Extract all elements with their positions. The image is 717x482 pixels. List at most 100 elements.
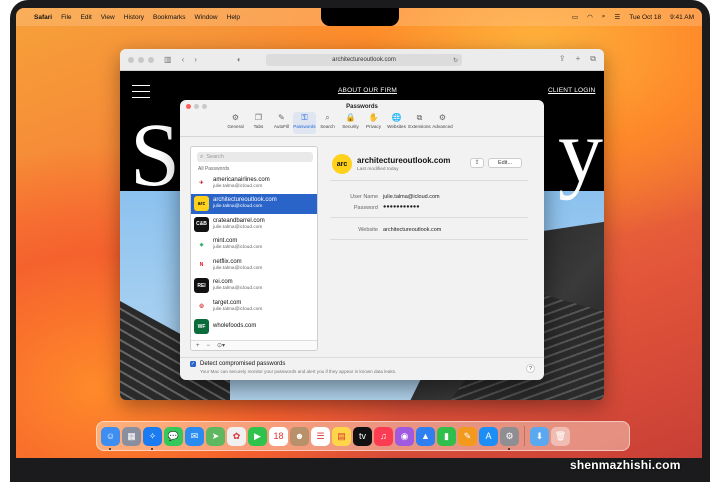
site-logo: arc <box>194 196 209 212</box>
edit-button[interactable]: Edit... <box>488 158 522 168</box>
podcasts-icon[interactable]: ◉ <box>395 426 414 446</box>
tab-websites[interactable]: 🌐 Websites <box>385 112 408 134</box>
menu-history[interactable]: History <box>124 14 144 21</box>
share-icon[interactable]: ⇪ <box>559 54 566 64</box>
list-item[interactable]: ✈ americanairlines.com julie.talma@icloud.… <box>191 173 317 194</box>
menu-file[interactable]: File <box>61 14 71 21</box>
facetime-icon[interactable]: ▶ <box>248 426 267 446</box>
pages-icon[interactable]: ✎ <box>458 426 477 446</box>
username-value[interactable]: julie.talma@icloud.com <box>383 194 440 200</box>
reload-icon[interactable]: ↻ <box>453 57 458 64</box>
sidebar-toggle-icon[interactable]: ▥ <box>164 55 172 64</box>
list-item[interactable]: ◆ mint.com julie.talma@icloud.com <box>191 235 317 256</box>
search-input[interactable]: ⌕ Search <box>197 152 313 162</box>
detect-compromised-option[interactable]: ✓ Detect compromised passwords <box>190 361 285 367</box>
menu-app-name[interactable]: Safari <box>34 14 52 21</box>
contacts-icon[interactable]: ☻ <box>290 426 309 446</box>
tab-advanced[interactable]: ⚙ Advanced <box>431 112 454 134</box>
reminders-icon[interactable]: ☰ <box>311 426 330 446</box>
menu-date[interactable]: Tue Oct 18 <box>629 14 661 21</box>
downloads-folder-icon[interactable]: ⬇ <box>530 426 549 446</box>
keynote-icon[interactable]: ▲ <box>416 426 435 446</box>
notes-icon[interactable]: ▤ <box>332 426 351 446</box>
list-item[interactable]: WF wholefoods.com <box>191 317 317 338</box>
password-list-pane: ⌕ Search All Passwords ✈ americanairlines… <box>190 146 318 351</box>
help-button[interactable]: ? <box>526 364 535 373</box>
wifi-icon[interactable]: ◠ <box>587 13 593 21</box>
privacy-shield-icon[interactable]: ◐ <box>237 55 242 64</box>
site-logo: ✈ <box>194 175 209 191</box>
nav-client-login-link[interactable]: CLIENT LOGIN <box>548 87 595 94</box>
add-button[interactable]: + <box>196 343 200 349</box>
hand-icon: ✋ <box>368 113 379 122</box>
tab-tabs[interactable]: ❐ Tabs <box>247 112 270 134</box>
music-icon[interactable]: ♫ <box>374 426 393 446</box>
key-icon: ⚿ <box>301 113 308 122</box>
address-url: architectureoutlook.com <box>332 57 396 63</box>
tab-label: AutoFill <box>273 124 290 129</box>
tab-overview-icon[interactable]: ⧉ <box>590 54 596 64</box>
gear-icon: ⚙ <box>231 113 240 122</box>
detail-subtitle: Last modified today <box>357 167 399 172</box>
maps-icon[interactable]: ➤ <box>206 426 225 446</box>
system-settings-icon[interactable]: ⚙ <box>500 426 519 450</box>
apple-tv-icon[interactable]: tv <box>353 426 372 446</box>
new-tab-icon[interactable]: + <box>576 54 581 64</box>
puzzle-icon: ⧉ <box>416 113 423 122</box>
launchpad-icon[interactable]: ▦ <box>122 426 141 446</box>
menu-time[interactable]: 9:41 AM <box>670 14 694 21</box>
remove-button[interactable]: − <box>207 343 211 349</box>
tab-general[interactable]: ⚙ General <box>224 112 247 134</box>
numbers-icon[interactable]: ▮ <box>437 426 456 446</box>
list-item[interactable]: REI rei.com julie.talma@icloud.com <box>191 276 317 297</box>
tab-search[interactable]: ⌕ Search <box>316 112 339 134</box>
mail-icon[interactable]: ✉ <box>185 426 204 446</box>
minimize-button[interactable] <box>138 56 144 63</box>
tab-privacy[interactable]: ✋ Privacy <box>362 112 385 134</box>
tab-autofill[interactable]: ✎ AutoFill <box>270 112 293 134</box>
battery-icon[interactable]: ▭ <box>572 13 578 21</box>
search-icon[interactable]: ⌕ <box>602 13 606 21</box>
list-item-site: target.com <box>213 299 242 306</box>
running-indicator <box>508 447 510 450</box>
address-bar[interactable]: architectureoutlook.com ↻ <box>266 54 462 66</box>
username-label: User Name <box>350 194 378 200</box>
tab-passwords[interactable]: ⚿ Passwords <box>293 112 316 134</box>
calendar-icon[interactable]: 18 <box>269 426 288 446</box>
control-center-icon[interactable]: ☰ <box>614 13 620 21</box>
magnifier-icon: ⌕ <box>325 113 330 122</box>
checkbox[interactable]: ✓ <box>190 361 196 367</box>
tab-label: Tabs <box>253 124 264 129</box>
divider <box>330 180 528 181</box>
app-store-icon[interactable]: A <box>479 426 498 446</box>
tab-extensions[interactable]: ⧉ Extensions <box>408 112 431 134</box>
back-icon[interactable]: ‹ <box>182 55 185 64</box>
menu-help[interactable]: Help <box>227 14 240 21</box>
forward-icon[interactable]: › <box>194 55 197 64</box>
list-item[interactable]: Nnetflix.com julie.talma@icloud.com <box>191 255 317 276</box>
zoom-button[interactable] <box>148 56 154 63</box>
share-icon[interactable]: ⇪ <box>470 158 484 168</box>
dock-separator <box>524 426 525 446</box>
list-item[interactable]: C&B crateandbarrel.com julie.talma@icloud.… <box>191 214 317 235</box>
list-item[interactable]: ◎ target.com julie.talma@icloud.com <box>191 296 317 317</box>
close-button[interactable] <box>128 56 134 63</box>
menu-window[interactable]: Window <box>195 14 218 21</box>
messages-icon[interactable]: 💬 <box>164 426 183 446</box>
safari-icon[interactable]: ✧ <box>143 426 162 450</box>
menu-edit[interactable]: Edit <box>81 14 92 21</box>
finder-icon[interactable]: ☺ <box>101 426 120 450</box>
menu-view[interactable]: View <box>101 14 115 21</box>
website-value[interactable]: architectureoutlook.com <box>383 227 441 233</box>
photos-icon[interactable]: ✿ <box>227 426 246 446</box>
gears-icon: ⚙ <box>438 113 447 122</box>
tab-label: Passwords <box>293 124 316 129</box>
nav-about-link[interactable]: ABOUT OUR FIRM <box>338 87 397 94</box>
tab-security[interactable]: 🔒 Security <box>339 112 362 134</box>
list-item[interactable]: arc architectureoutlook.com julie.talma@ic… <box>191 193 317 214</box>
hamburger-menu-icon[interactable] <box>132 85 150 103</box>
more-options-button[interactable]: ⊙▾ <box>217 342 225 349</box>
password-value[interactable]: ●●●●●●●●●●● <box>383 204 420 210</box>
menu-bookmarks[interactable]: Bookmarks <box>153 14 186 21</box>
trash-icon[interactable]: 🗑 <box>551 426 570 446</box>
